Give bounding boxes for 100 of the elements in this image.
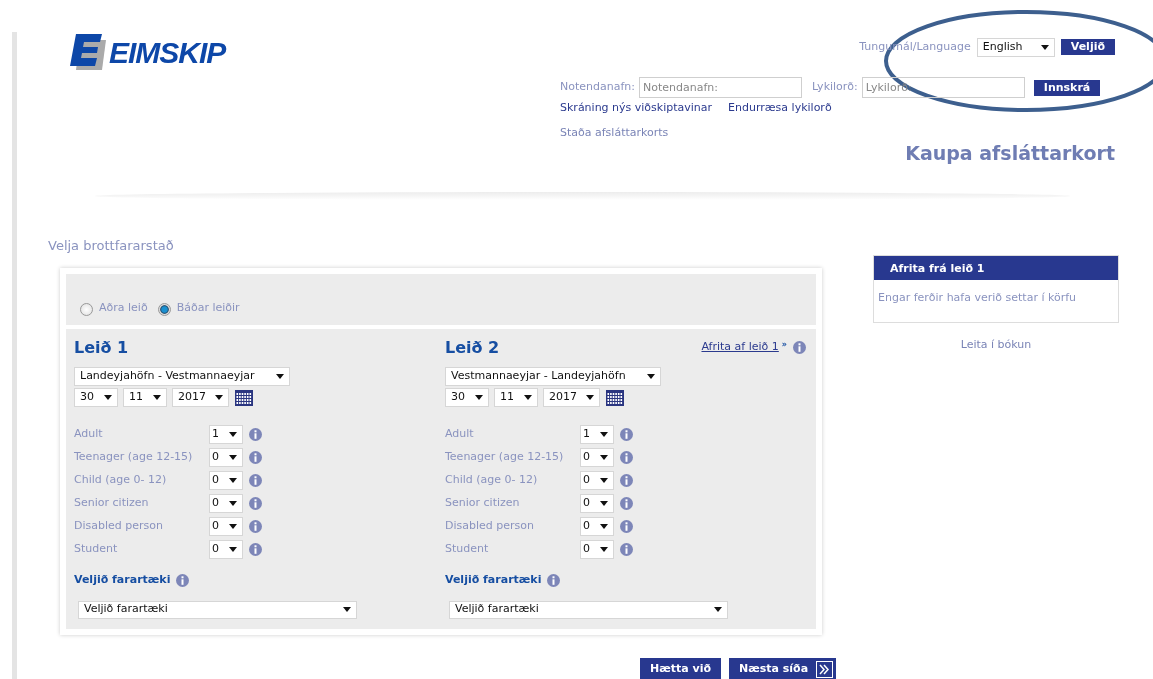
radio-button[interactable] — [80, 303, 93, 316]
passenger-label: Adult — [74, 426, 104, 443]
radio-label: Báðar leiðir — [176, 299, 240, 316]
chevron-mark: » — [781, 339, 787, 352]
passenger-label: Adult — [445, 426, 475, 443]
language-dropdown[interactable]: English — [976, 37, 1055, 57]
info-icon[interactable] — [793, 341, 806, 354]
day-dropdown[interactable]: 30 — [445, 388, 489, 407]
route-dropdown[interactable]: Vestmannaeyjar - Landeyjahöfn — [445, 367, 661, 386]
info-icon[interactable] — [620, 451, 633, 464]
cancel-button[interactable]: Hætta við — [640, 657, 721, 679]
month-dropdown[interactable]: 11 — [494, 388, 538, 407]
info-icon[interactable] — [249, 474, 262, 487]
year-dropdown[interactable]: 2017 — [172, 388, 229, 407]
caret-icon — [600, 524, 608, 529]
route-dropdown[interactable]: Landeyjahöfn - Vestmannaeyjar — [74, 367, 290, 386]
vehicle-dropdown[interactable]: Veljið farartæki — [449, 600, 728, 619]
count-dropdown[interactable]: 0 — [580, 517, 614, 536]
passenger-label: Senior citizen — [445, 495, 521, 512]
month-dropdown[interactable]: 11 — [123, 388, 167, 407]
cart-message: Engar ferðir hafa verið settar í körfu — [877, 290, 1078, 306]
radio-label: Aðra leið — [99, 299, 148, 316]
caret-icon — [600, 501, 608, 506]
count-dropdown[interactable]: 0 — [209, 471, 243, 490]
info-icon[interactable] — [249, 543, 262, 556]
caret-icon — [600, 432, 608, 437]
caret-icon — [276, 374, 284, 379]
caret-icon — [215, 395, 223, 400]
count-dropdown[interactable]: 0 — [580, 540, 614, 559]
radio-button[interactable] — [157, 303, 171, 316]
vehicle-label: Veljið farartæki — [74, 572, 171, 588]
info-icon[interactable] — [620, 428, 633, 441]
caret-icon — [229, 455, 237, 460]
select-button[interactable]: Veljið — [1060, 39, 1115, 55]
passenger-label: Student — [445, 541, 490, 558]
info-icon[interactable] — [620, 543, 633, 556]
info-icon[interactable] — [176, 573, 190, 587]
caret-icon — [153, 395, 161, 400]
count-dropdown[interactable]: 0 — [209, 448, 243, 467]
login-button[interactable]: Innskrá — [1033, 79, 1101, 96]
card-status-link[interactable]: Staða afsláttarkorts — [560, 124, 669, 141]
passenger-label: Student — [74, 541, 119, 558]
calendar-icon[interactable] — [235, 389, 253, 406]
passenger-label: Disabled person — [445, 518, 535, 535]
caret-icon — [343, 607, 351, 612]
info-icon[interactable] — [249, 451, 262, 464]
caret-icon — [229, 501, 237, 506]
caret-icon — [647, 374, 655, 379]
section-title: Velja brottfararstað — [48, 236, 175, 255]
caret-icon — [229, 547, 237, 552]
password-label: Lykilorð: — [812, 79, 858, 96]
count-dropdown[interactable]: 0 — [209, 494, 243, 513]
username-label: Notendanafn: — [560, 79, 635, 96]
passenger-label: Senior citizen — [74, 495, 150, 512]
next-button[interactable]: Næsta síða — [729, 657, 837, 679]
caret-icon — [714, 607, 722, 612]
count-dropdown[interactable]: 0 — [209, 540, 243, 559]
page-title: Kaupa afsláttarkort — [904, 141, 1115, 166]
info-icon[interactable] — [620, 474, 633, 487]
count-dropdown[interactable]: 0 — [580, 494, 614, 513]
caret-icon — [229, 478, 237, 483]
count-dropdown[interactable]: 0 — [580, 471, 614, 490]
count-dropdown[interactable]: 1 — [209, 425, 243, 444]
copy-link[interactable]: Afrita af leið 1 — [701, 339, 779, 356]
header-link[interactable]: Skráning nýs viðskiptavinar — [560, 100, 713, 117]
vehicle-dropdown[interactable]: Veljið farartæki — [78, 600, 357, 619]
leg-title: Leið 1 — [74, 336, 129, 359]
caret-icon — [600, 478, 608, 483]
passenger-label: Child (age 0- 12) — [445, 472, 539, 489]
year-dropdown[interactable]: 2017 — [543, 388, 600, 407]
username-field[interactable]: Notendanafn: — [639, 77, 802, 98]
info-icon[interactable] — [620, 520, 633, 533]
caret-icon — [229, 432, 237, 437]
caret-icon — [600, 547, 608, 552]
count-dropdown[interactable]: 1 — [580, 425, 614, 444]
count-dropdown[interactable]: 0 — [209, 517, 243, 536]
search-booking-link[interactable]: Leita í bókun — [960, 338, 1032, 351]
passenger-label: Teenager (age 12-15) — [445, 449, 565, 466]
caret-icon — [475, 395, 483, 400]
caret-icon — [1040, 44, 1049, 50]
passenger-label: Child (age 0- 12) — [74, 472, 168, 489]
passenger-label: Teenager (age 12-15) — [74, 449, 194, 466]
info-icon[interactable] — [620, 497, 633, 510]
leg-title: Leið 2 — [445, 336, 500, 359]
count-dropdown[interactable]: 0 — [580, 448, 614, 467]
passenger-label: Disabled person — [74, 518, 164, 535]
day-dropdown[interactable]: 30 — [74, 388, 118, 407]
logo-icon — [70, 34, 106, 72]
header-link[interactable]: Endurræsa lykilorð — [728, 100, 832, 117]
caret-icon — [104, 395, 112, 400]
double-chevron-icon — [816, 660, 834, 678]
info-icon[interactable] — [547, 573, 561, 587]
vehicle-label: Veljið farartæki — [445, 572, 542, 588]
logo-text: EIMSKIP — [109, 38, 226, 68]
info-icon[interactable] — [249, 497, 262, 510]
info-icon[interactable] — [249, 428, 262, 441]
calendar-icon[interactable] — [606, 389, 624, 406]
caret-icon — [524, 395, 532, 400]
info-icon[interactable] — [249, 520, 262, 533]
cart-header: Afrita frá leið 1 — [874, 256, 1118, 280]
